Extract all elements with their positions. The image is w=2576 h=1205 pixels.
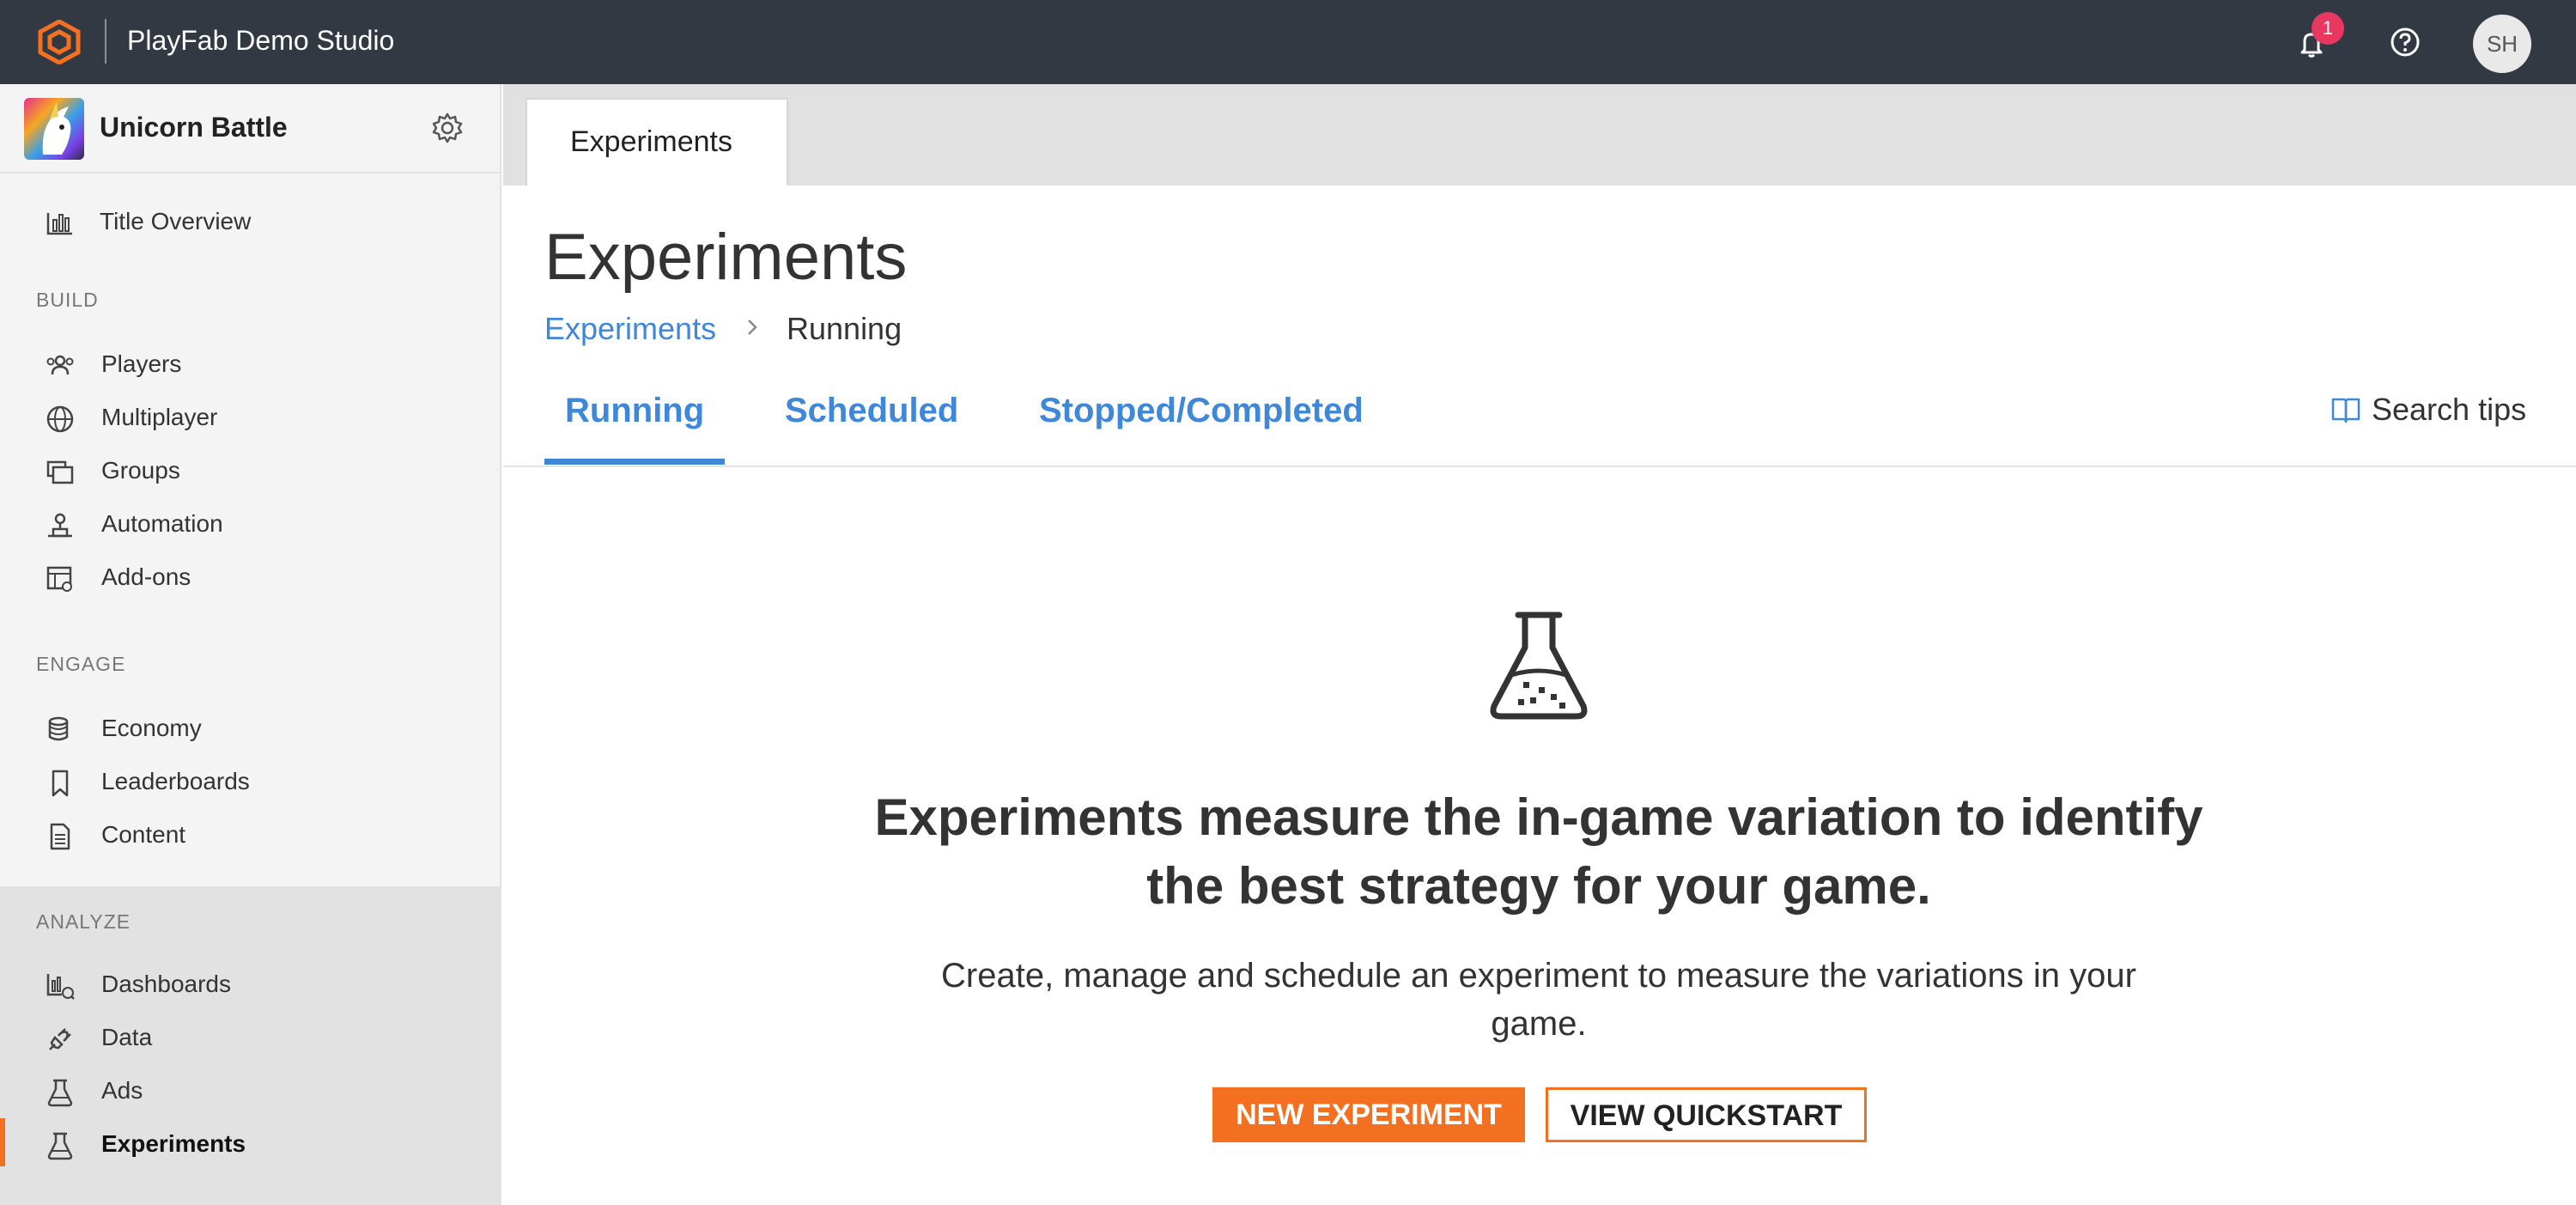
sidebar-item-label: Data [101,1024,153,1050]
help-icon[interactable] [2389,26,2421,58]
sidebar-item-label: Groups [101,457,180,484]
sidebar-item-label: Add-ons [101,563,191,590]
tab-stopped-completed[interactable]: Stopped/Completed [1039,392,1364,430]
sidebar-item-groups[interactable]: Groups [0,447,501,495]
sidebar-item-label: Leaderboards [101,768,250,794]
page-tab-strip [503,84,2576,186]
sidebar-item-label: Ads [101,1077,143,1104]
add-ons-icon [46,566,72,592]
tab-label: Experiments [570,125,732,158]
top-bar: PlayFab Demo Studio 1 SH [0,0,2576,84]
search-tips-label: Search tips [2372,392,2527,427]
user-avatar[interactable]: SH [2473,15,2531,73]
sidebar-item-label: Automation [101,510,223,537]
tab-running[interactable]: Running [565,392,704,430]
sidebar-item-economy[interactable]: Economy [0,704,501,752]
sidebar-item-label: Players [101,350,182,377]
chevron-right-icon [748,320,757,335]
coins-stack-icon [48,716,69,741]
view-quickstart-button[interactable]: VIEW QUICKSTART [1546,1087,1867,1142]
sidebar-item-players[interactable]: Players [0,340,501,388]
sidebar-item-label: Content [101,821,186,848]
dashboard-icon [46,974,75,1000]
section-label-analyze: ANALYZE [36,910,131,933]
sidebar-item-automation[interactable]: Automation [0,500,501,548]
logo-divider [105,19,106,64]
breadcrumb-link[interactable]: Experiments [544,311,716,347]
flask-icon [47,1132,73,1160]
groups-icon [46,460,74,484]
flask-icon [47,1079,73,1107]
sidebar-item-content[interactable]: Content [0,811,501,859]
sidebar-item-dashboards[interactable]: Dashboards [0,960,501,1008]
notifications-badge: 1 [2312,12,2344,45]
bar-chart-icon [46,213,72,235]
sidebar-item-label: Experiments [101,1130,246,1157]
sidebar-item-ads[interactable]: Ads [0,1067,501,1115]
sidebar-item-data[interactable]: Data [0,1013,501,1062]
title-settings-gear-icon[interactable] [431,112,464,144]
sidebar-item-label: Dashboards [101,971,231,997]
sidebar-item-experiments[interactable]: Experiments [0,1120,501,1168]
players-icon [46,355,74,375]
automation-icon [48,513,72,538]
new-experiment-button[interactable]: NEW EXPERIMENT [1212,1087,1525,1142]
plug-icon [49,1028,71,1050]
page-title: Experiments [544,221,908,294]
section-label-engage: ENGAGE [36,653,126,675]
bookmark-icon [52,770,69,797]
section-label-build: BUILD [36,289,99,311]
title-name: Unicorn Battle [100,112,288,143]
sidebar-item-title-overview[interactable]: Title Overview [0,198,501,246]
empty-state-headline: Experiments measure the in-game variatio… [874,788,2203,915]
breadcrumb-current: Running [787,311,902,346]
document-icon [50,823,70,850]
playfab-logo-icon[interactable] [38,20,81,64]
book-icon [2331,398,2360,423]
tab-scheduled[interactable]: Scheduled [785,392,958,430]
sidebar-item-label: Title Overview [100,208,252,234]
studio-name[interactable]: PlayFab Demo Studio [127,25,394,57]
empty-state-description: Create, manage and schedule an experimen… [941,957,2136,1043]
sidebar-item-add-ons[interactable]: Add-ons [0,553,501,601]
tab-experiments[interactable]: Experiments [526,98,788,186]
globe-icon [46,405,74,433]
empty-state-flask-icon [1490,612,1588,720]
sidebar-item-label: Multiplayer [101,404,218,430]
sidebar-item-label: Economy [101,715,202,741]
sidebar-item-leaderboards[interactable]: Leaderboards [0,758,501,806]
title-selector[interactable]: Unicorn Battle [0,84,501,173]
tabs-divider [503,466,2576,467]
active-tab-underline [544,459,725,465]
title-thumbnail-icon [24,98,84,160]
sidebar: Unicorn Battle Title Overview BUILD Play… [0,84,501,1205]
sidebar-item-multiplayer[interactable]: Multiplayer [0,393,501,441]
